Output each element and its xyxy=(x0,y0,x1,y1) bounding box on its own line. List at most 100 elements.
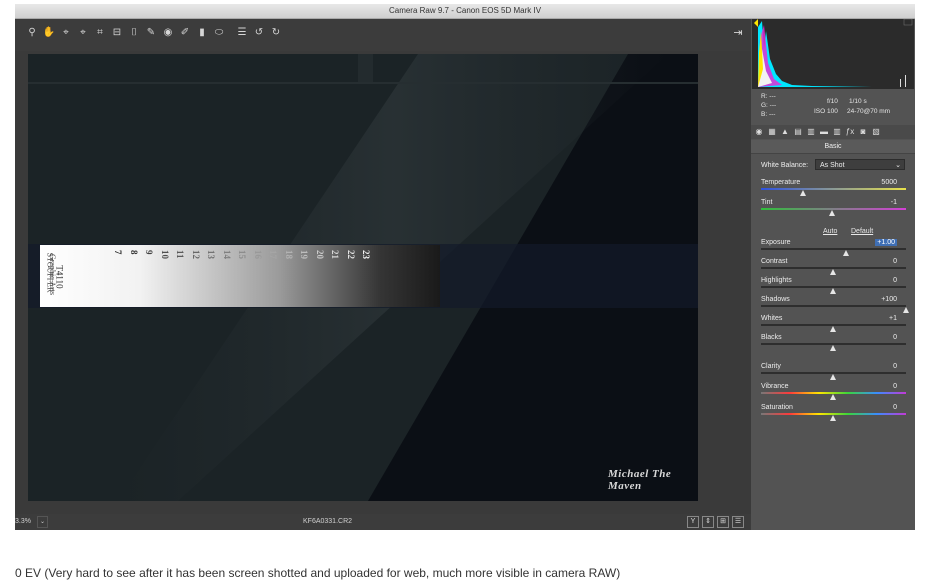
vibrance-label: Vibrance xyxy=(761,383,789,390)
white-balance-label: White Balance: xyxy=(761,162,809,169)
camera-info: R: --- G: --- B: --- f/10 1/10 s ISO 100… xyxy=(751,91,915,123)
section-title: Basic xyxy=(751,140,915,154)
whites-slider-thumb[interactable] xyxy=(830,326,836,332)
graduated-filter-icon[interactable]: ▮ xyxy=(195,26,209,40)
step-number: 21 xyxy=(330,250,340,259)
saturation-value[interactable]: 0 xyxy=(869,404,897,411)
step-number: 13 xyxy=(206,250,216,259)
tone-curve-tab-icon[interactable]: ▦ xyxy=(767,126,777,137)
red-eye-tool-icon[interactable]: ◉ xyxy=(161,26,175,40)
caption: 0 EV (Very hard to see after it has been… xyxy=(15,566,621,580)
hand-tool-icon[interactable]: ✋ xyxy=(42,26,56,40)
open-export-icon[interactable]: ⇥ xyxy=(731,26,745,40)
clarity-value[interactable]: 0 xyxy=(869,363,897,370)
step-number: 10 xyxy=(159,250,170,259)
contrast-value[interactable]: 0 xyxy=(869,258,897,265)
step-number: 8 xyxy=(128,250,139,255)
vibrance-value[interactable]: 0 xyxy=(869,383,897,390)
effects-tab-icon[interactable]: ▥ xyxy=(832,126,842,137)
exposure-value[interactable]: +1.00 xyxy=(869,239,897,246)
white-balance-select[interactable]: As Shot ⌄ xyxy=(815,159,905,170)
step-number: 7 xyxy=(113,250,123,255)
step-number: 14 xyxy=(221,250,232,259)
camera-calibration-tab-icon[interactable]: ƒx xyxy=(845,126,855,137)
preferences-icon[interactable]: ☰ xyxy=(235,26,249,40)
before-after-y-icon[interactable]: Y xyxy=(687,516,699,528)
hsl-tab-icon[interactable]: ▤ xyxy=(793,126,803,137)
clarity-slider-thumb[interactable] xyxy=(830,374,836,380)
detail-tab-icon[interactable]: ▲ xyxy=(780,126,790,137)
step-number: 15 xyxy=(237,250,247,259)
window-title: Camera Raw 9.7 - Canon EOS 5D Mark IV xyxy=(15,4,915,19)
exposure-slider-thumb[interactable] xyxy=(843,250,850,256)
step-number: 19 xyxy=(299,250,309,259)
split-toning-tab-icon[interactable]: ▥ xyxy=(806,126,816,137)
blacks-slider-thumb[interactable] xyxy=(830,345,836,351)
step-number: 22 xyxy=(345,250,356,259)
tint-label: Tint xyxy=(761,199,773,206)
zoom-level[interactable]: 3.3% xyxy=(15,518,31,525)
basic-tab-icon[interactable]: ◉ xyxy=(754,126,764,137)
crop-tool-icon[interactable]: ⌗ xyxy=(93,26,107,40)
whites-label: Whites xyxy=(761,315,783,322)
highlights-value[interactable]: 0 xyxy=(869,277,897,284)
straighten-tool-icon[interactable]: ⊟ xyxy=(110,26,124,40)
settings-icon[interactable]: ☰ xyxy=(732,516,744,528)
step-number: 20 xyxy=(314,250,325,259)
tint-value[interactable]: -1 xyxy=(869,199,897,206)
rotate-cw-icon[interactable]: ↻ xyxy=(269,26,283,40)
rotate-ccw-icon[interactable]: ↺ xyxy=(252,26,266,40)
auto-link[interactable]: Auto xyxy=(823,228,837,235)
step-number: 16 xyxy=(252,250,263,259)
temperature-value[interactable]: 5000 xyxy=(869,179,897,186)
contrast-label: Contrast xyxy=(761,258,788,265)
zoom-dropdown-icon[interactable]: ⌄ xyxy=(37,516,48,528)
iso: ISO 100 xyxy=(814,108,838,115)
transform-tool-icon[interactable]: ⌷ xyxy=(127,26,141,40)
default-link[interactable]: Default xyxy=(851,228,873,235)
shutter-speed: 1/10 s xyxy=(849,98,867,105)
saturation-label: Saturation xyxy=(761,404,793,411)
toolbar: ⚲ ✋ ⌖ ⌖ ⌗ ⊟ ⌷ ✎ ◉ ✐ ▮ ⬭ ☰ ↺ ↻ xyxy=(15,19,751,51)
lens: 24-70@70 mm xyxy=(847,108,891,115)
compare-icon[interactable]: ⊞ xyxy=(717,516,729,528)
temperature-label: Temperature xyxy=(761,179,801,186)
lens-tab-icon[interactable]: ▬ xyxy=(819,126,829,137)
white-balance-value: As Shot xyxy=(820,162,845,169)
snapshots-tab-icon[interactable]: ▧ xyxy=(871,126,881,137)
camera-raw-window: Camera Raw 9.7 - Canon EOS 5D Mark IV ⚲ ✋… xyxy=(15,4,915,530)
temperature-slider-thumb[interactable] xyxy=(799,190,806,196)
shadows-slider-thumb[interactable] xyxy=(902,307,909,313)
shadows-slider[interactable] xyxy=(761,305,906,307)
highlights-slider-thumb[interactable] xyxy=(830,288,836,294)
exposure-slider[interactable] xyxy=(761,248,906,250)
image-preview[interactable]: STOUFFER Graphic Arts T4110 7 8 9 10 11 12 13 1… xyxy=(28,54,698,501)
blacks-value[interactable]: 0 xyxy=(869,334,897,341)
presets-tab-icon[interactable]: ◙ xyxy=(858,126,868,137)
step-number: 11 xyxy=(175,250,185,259)
step-number: 17 xyxy=(268,250,278,259)
blacks-label: Blacks xyxy=(761,334,782,341)
step-number: 23 xyxy=(361,250,371,259)
vibrance-slider-thumb[interactable] xyxy=(830,394,836,400)
view-options: Y ⇕ ⊞ ☰ xyxy=(687,516,751,528)
zoom-tool-icon[interactable]: ⚲ xyxy=(25,26,39,40)
whites-value[interactable]: +1 xyxy=(869,315,897,322)
saturation-slider-thumb[interactable] xyxy=(830,415,836,421)
rgb-b-readout: B: --- xyxy=(761,111,776,118)
panel-tabs: ◉ ▦ ▲ ▤ ▥ ▬ ▥ ƒx ◙ ▧ xyxy=(751,125,915,139)
color-sampler-tool-icon[interactable]: ⌖ xyxy=(76,26,90,40)
toggle-icon[interactable]: ⇕ xyxy=(702,516,714,528)
adjustment-brush-icon[interactable]: ✐ xyxy=(178,26,192,40)
tint-slider-thumb[interactable] xyxy=(828,210,835,216)
contrast-slider-thumb[interactable] xyxy=(830,269,836,275)
spot-removal-tool-icon[interactable]: ✎ xyxy=(144,26,158,40)
white-balance-tool-icon[interactable]: ⌖ xyxy=(59,26,73,40)
shadows-value[interactable]: +100 xyxy=(869,296,897,303)
chevron-down-icon: ⌄ xyxy=(895,162,901,169)
step-number: 9 xyxy=(144,250,154,255)
adjustment-panel: R: --- G: --- B: --- f/10 1/10 s ISO 100… xyxy=(751,19,915,530)
highlights-label: Highlights xyxy=(761,277,792,284)
temperature-slider[interactable] xyxy=(761,188,906,190)
radial-filter-icon[interactable]: ⬭ xyxy=(212,26,226,40)
